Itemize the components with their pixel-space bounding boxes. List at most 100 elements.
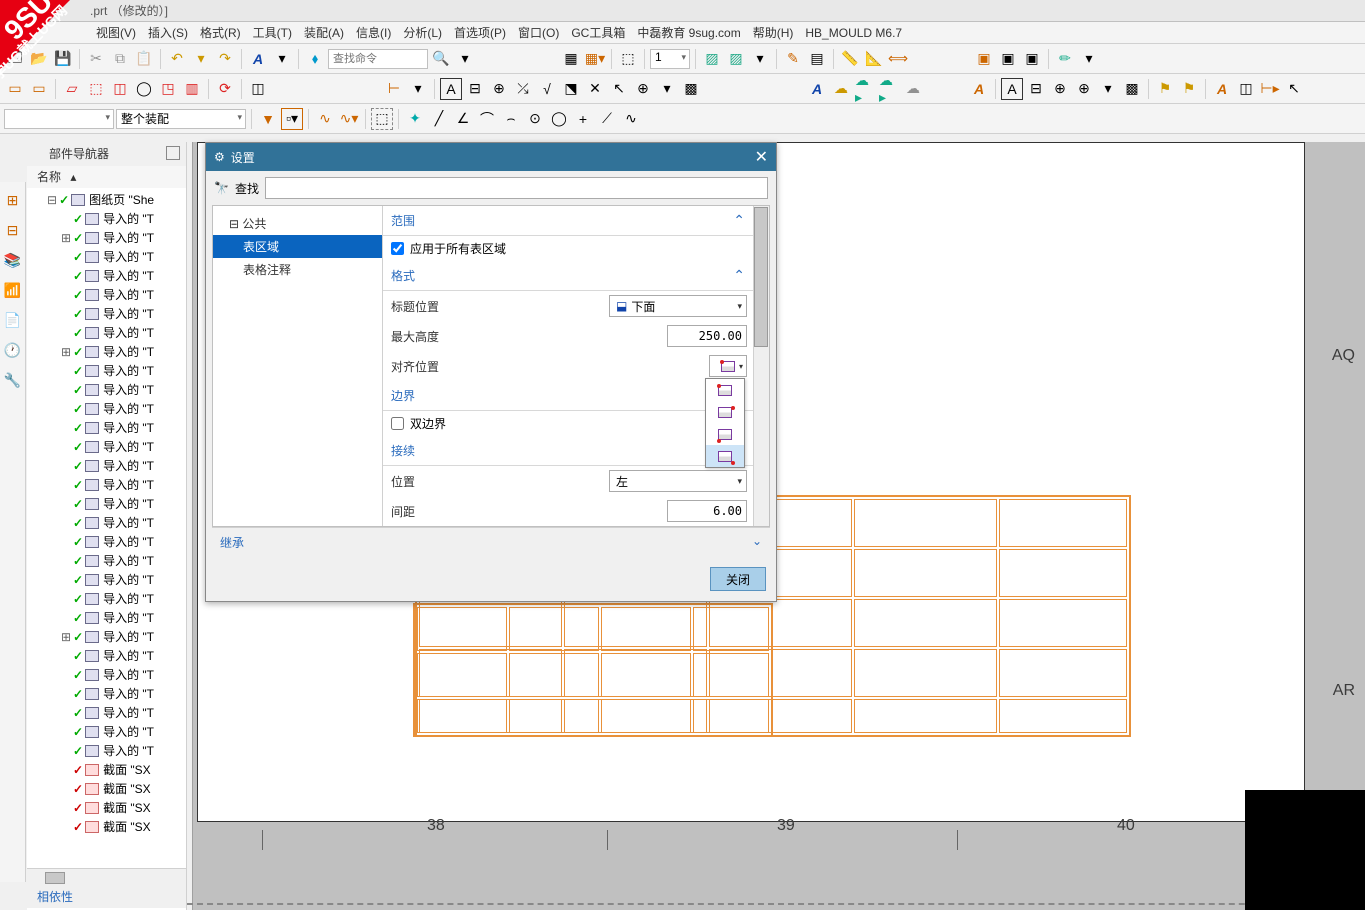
tree-item[interactable]: ✓导入的 "T <box>27 418 186 437</box>
grid-b-icon[interactable]: ▦▾ <box>584 48 606 70</box>
filter-icon[interactable]: ▼ <box>257 108 279 130</box>
tree-item[interactable]: ✓导入的 "T <box>27 722 186 741</box>
dim-icon[interactable]: ⊢ <box>383 78 405 100</box>
arc1-icon[interactable]: ⌒ <box>476 108 498 130</box>
g-target-icon[interactable]: ⊕ <box>1073 78 1095 100</box>
g-style2-icon[interactable]: A <box>1211 78 1233 100</box>
ruler2-icon[interactable]: 📐 <box>863 48 885 70</box>
paste-icon[interactable]: 📋 <box>133 48 155 70</box>
tree-table-note[interactable]: 表格注释 <box>213 258 382 281</box>
tree-item[interactable]: ✓导入的 "T <box>27 646 186 665</box>
nav-tab-icon[interactable]: ⊞ <box>4 192 22 210</box>
window2-icon[interactable]: ▣ <box>997 48 1019 70</box>
menu-tools[interactable]: 工具(T) <box>247 24 298 41</box>
dialog-title-bar[interactable]: ⚙ 设置 ✕ <box>206 143 776 171</box>
grid-a-icon[interactable]: ▦ <box>560 48 582 70</box>
tree-item[interactable]: ✓导入的 "T <box>27 513 186 532</box>
tree-item[interactable]: ✓导入的 "T <box>27 323 186 342</box>
cube-b-icon[interactable]: ▨ <box>725 48 747 70</box>
arrow-icon[interactable]: ↖ <box>608 78 630 100</box>
dialog-close-button[interactable]: 关闭 <box>710 567 766 591</box>
menu-info[interactable]: 信息(I) <box>350 24 397 41</box>
sheet2-icon[interactable]: ▭ <box>28 78 50 100</box>
navigator-hscroll[interactable] <box>27 868 186 886</box>
g-arrow-icon[interactable]: ↖ <box>1283 78 1305 100</box>
g-note-icon[interactable]: A <box>1001 78 1023 100</box>
align-pos-button[interactable] <box>709 355 747 377</box>
tree-item[interactable]: ✓导入的 "T <box>27 247 186 266</box>
cube-drop-icon[interactable]: ▾ <box>749 48 771 70</box>
menu-window[interactable]: 窗口(O) <box>512 24 565 41</box>
tree-item[interactable]: ⊞✓导入的 "T <box>27 627 186 646</box>
tag-icon[interactable]: ⬧ <box>304 48 326 70</box>
tree-item[interactable]: ✓导入的 "T <box>27 475 186 494</box>
chevron-up-icon[interactable]: ⌃ <box>733 267 745 284</box>
doc-tab-icon[interactable]: 📄 <box>4 312 22 330</box>
navigator-max-button[interactable] <box>166 146 180 160</box>
align-opt-tl[interactable] <box>706 379 744 401</box>
section-inherit[interactable]: 继承 <box>220 536 244 550</box>
close-icon[interactable]: ✕ <box>755 147 768 167</box>
spline-icon[interactable]: ∿ <box>620 108 642 130</box>
menu-analysis[interactable]: 分析(L) <box>397 24 448 41</box>
tree-item[interactable]: ⊟✓图纸页 "She <box>27 190 186 209</box>
undo-drop-icon[interactable]: ▾ <box>190 48 212 70</box>
style-drop-icon[interactable]: ▾ <box>271 48 293 70</box>
ruler1-icon[interactable]: 📏 <box>839 48 861 70</box>
cloud1-icon[interactable]: ☁ <box>830 78 852 100</box>
marquee-icon[interactable]: ⬚ <box>371 108 393 130</box>
dialog-search-input[interactable] <box>265 177 768 199</box>
style-icon[interactable]: A <box>247 48 269 70</box>
clock-tab-icon[interactable]: 🕐 <box>4 342 22 360</box>
menu-view[interactable]: 视图(V) <box>90 24 142 41</box>
chevron-up-icon[interactable]: ⌃ <box>733 212 745 229</box>
tree-item[interactable]: ✓导入的 "T <box>27 456 186 475</box>
settings-tree[interactable]: ⊟ 公共 表区域 表格注释 <box>213 206 383 526</box>
point1-icon[interactable]: ✦ <box>404 108 426 130</box>
assembly-combo[interactable]: 整个装配 <box>116 109 246 129</box>
apply-all-checkbox[interactable] <box>391 242 404 255</box>
angle-icon[interactable]: ∠ <box>452 108 474 130</box>
center-icon[interactable]: ◯ <box>548 108 570 130</box>
menu-assembly[interactable]: 装配(A) <box>298 24 350 41</box>
tree-item[interactable]: ✓导入的 "T <box>27 437 186 456</box>
section-icon[interactable]: ◫ <box>109 78 131 100</box>
tree-item[interactable]: ✓导入的 "T <box>27 209 186 228</box>
flag2-icon[interactable]: ⚑ <box>1178 78 1200 100</box>
title-pos-combo[interactable]: ⬓下面 <box>609 295 747 317</box>
tool-tab-icon[interactable]: 🔧 <box>4 372 22 390</box>
double-border-checkbox[interactable] <box>391 417 404 430</box>
tree-item[interactable]: ✓导入的 "T <box>27 741 186 760</box>
tree-item[interactable]: ✓导入的 "T <box>27 266 186 285</box>
menu-zhonglei[interactable]: 中磊教育 9sug.com <box>631 24 746 41</box>
update-icon[interactable]: ⟳ <box>214 78 236 100</box>
tree-item[interactable]: ✓截面 "SX <box>27 779 186 798</box>
search-drop-icon[interactable]: ▾ <box>454 48 476 70</box>
g-balloon-icon[interactable]: ⊕ <box>1049 78 1071 100</box>
menu-help[interactable]: 帮助(H) <box>747 24 800 41</box>
sig-tab-icon[interactable]: 📶 <box>4 282 22 300</box>
proj-icon[interactable]: ▱ <box>61 78 83 100</box>
weld-icon[interactable]: ⤰ <box>512 78 534 100</box>
tree-item[interactable]: ✓导入的 "T <box>27 285 186 304</box>
align-opt-bl[interactable] <box>706 423 744 445</box>
tree-item[interactable]: ✓导入的 "T <box>27 684 186 703</box>
tree-item[interactable]: ✓截面 "SX <box>27 817 186 836</box>
quad-icon[interactable]: ⊙ <box>524 108 546 130</box>
tree-item[interactable]: ✓导入的 "T <box>27 399 186 418</box>
chevron-down-icon[interactable]: ⌄ <box>752 534 762 548</box>
tree-item[interactable]: ✓导入的 "T <box>27 703 186 722</box>
command-search-input[interactable] <box>328 49 428 69</box>
sheet-icon[interactable]: ▭ <box>4 78 26 100</box>
tree-item[interactable]: ⊞✓导入的 "T <box>27 228 186 247</box>
square-icon[interactable]: ▩ <box>680 78 702 100</box>
mach-tab-icon[interactable]: ⊟ <box>4 222 22 240</box>
align-opt-br[interactable] <box>706 445 744 467</box>
area-icon[interactable]: ⬔ <box>560 78 582 100</box>
cloud2-icon[interactable]: ☁▸ <box>854 78 876 100</box>
g-target-drop-icon[interactable]: ▾ <box>1097 78 1119 100</box>
break-icon[interactable]: ▥ <box>181 78 203 100</box>
tree-item[interactable]: ✓导入的 "T <box>27 494 186 513</box>
g-meas-icon[interactable]: ◫ <box>1235 78 1257 100</box>
tree-item[interactable]: ✓导入的 "T <box>27 589 186 608</box>
